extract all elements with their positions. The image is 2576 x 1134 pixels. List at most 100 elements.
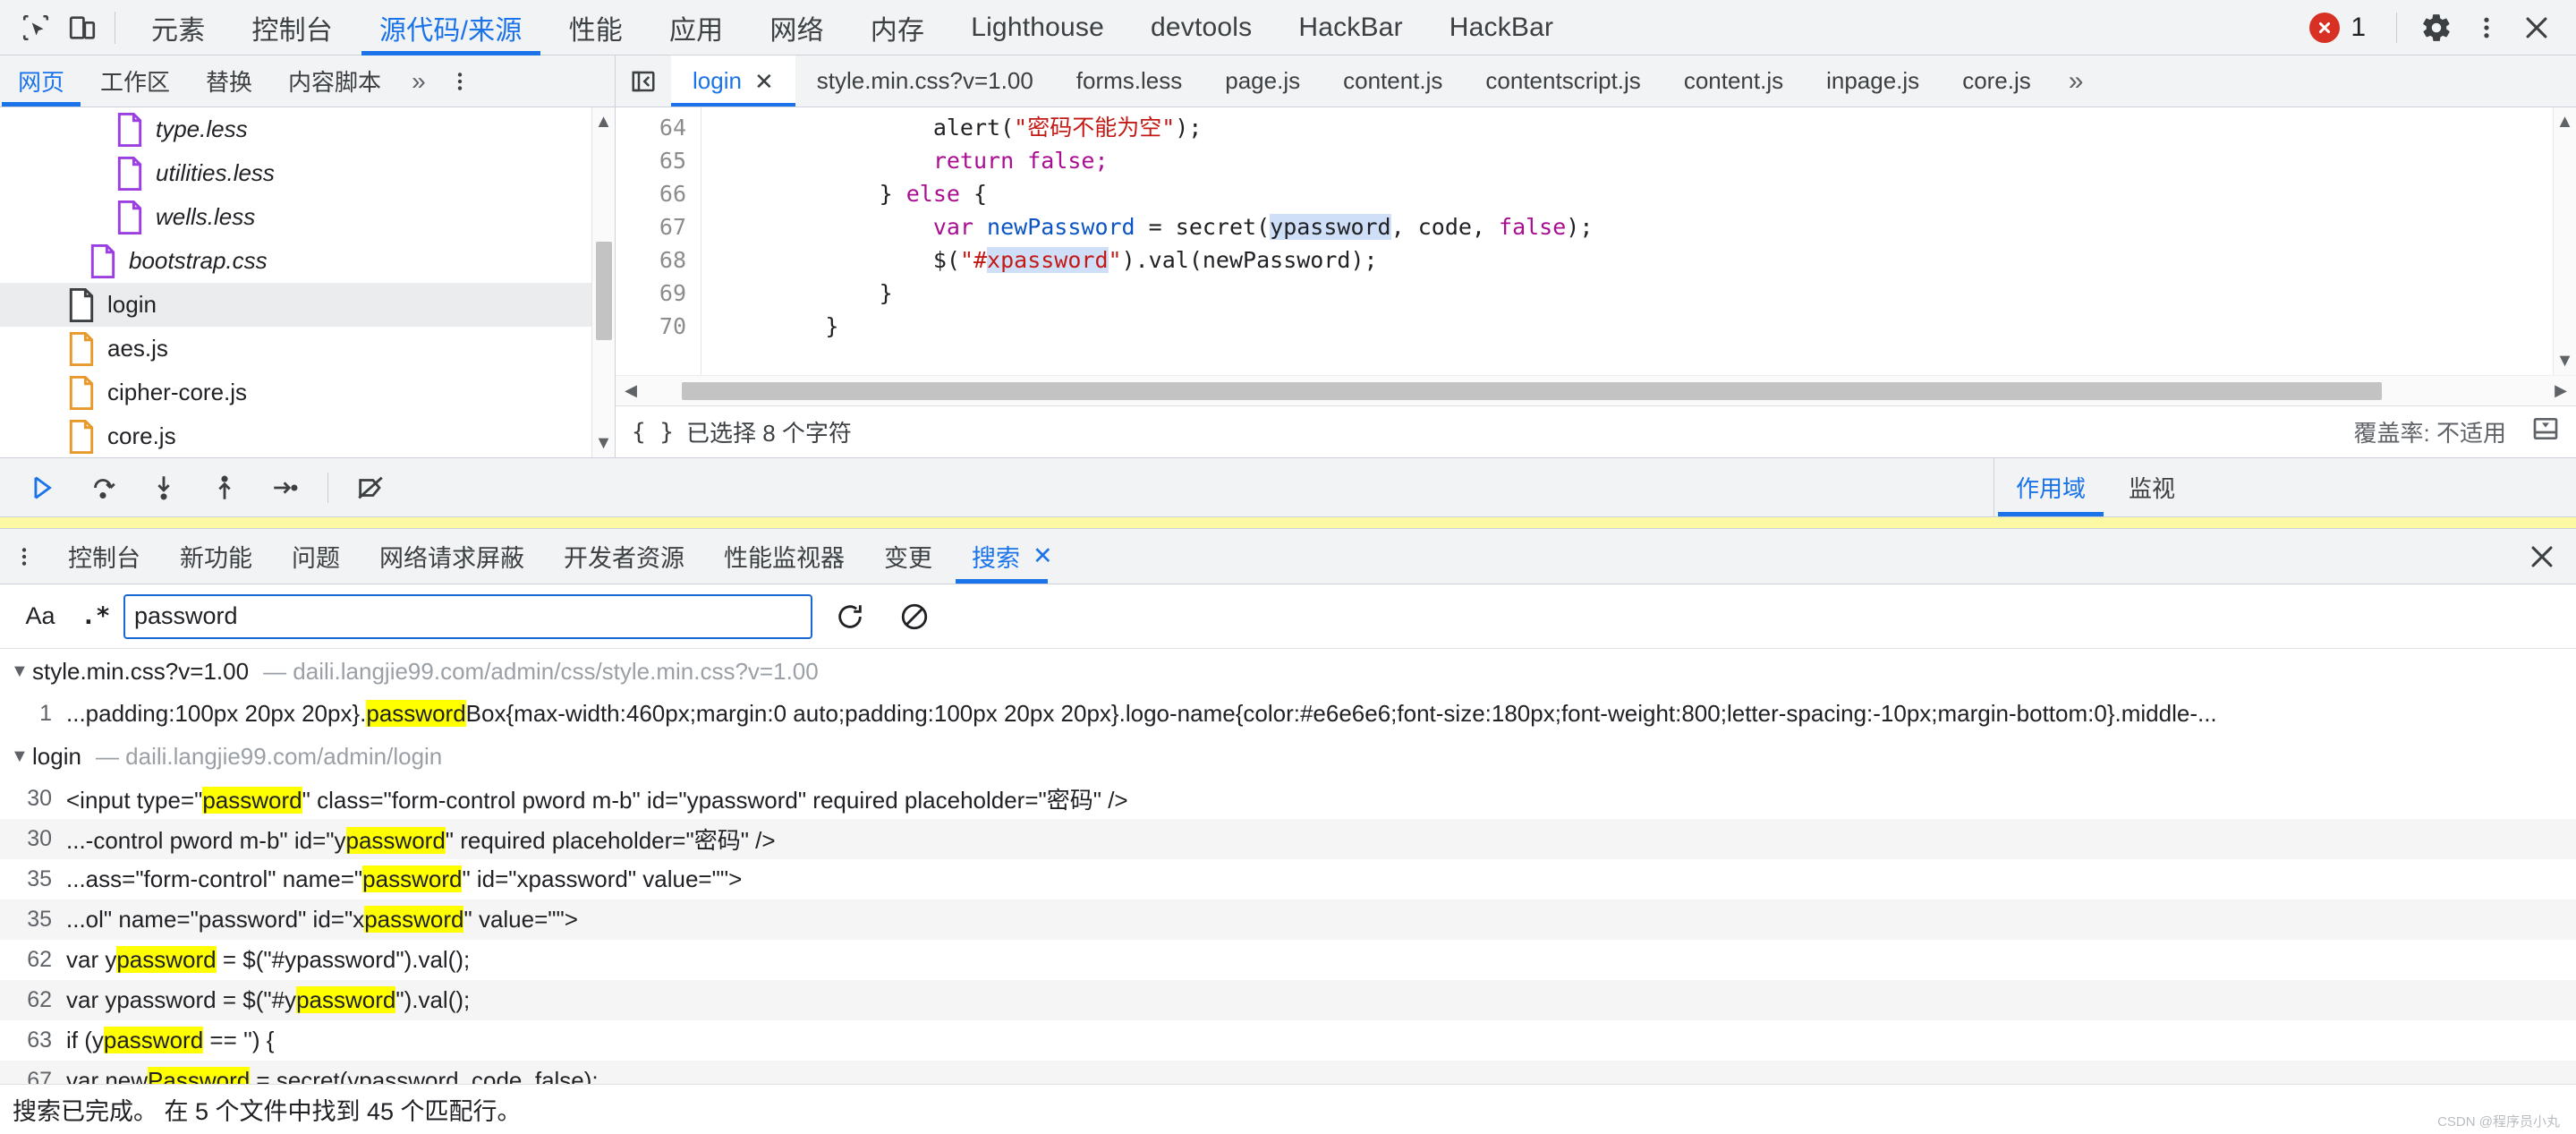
tab-elements[interactable]: 元素	[128, 0, 228, 55]
scroll-down-arrow-icon[interactable]: ▼	[2556, 346, 2574, 375]
close-devtools-icon[interactable]	[2512, 3, 2562, 53]
search-results-list[interactable]: ▼style.min.css?v=1.00— daili.langjie99.c…	[0, 649, 2576, 1084]
use-regex-button[interactable]: .*	[68, 593, 123, 641]
step-icon[interactable]	[258, 463, 313, 513]
resume-script-icon[interactable]	[14, 463, 70, 513]
tree-item-wells-less[interactable]: wells.less	[0, 195, 615, 239]
nav-tab-overrides[interactable]: 替换	[188, 55, 270, 107]
tab-lighthouse[interactable]: Lighthouse	[948, 0, 1127, 55]
editor-tabs-more-icon[interactable]: »	[2053, 55, 2100, 107]
tree-item-cipher-core-js[interactable]: cipher-core.js	[0, 371, 615, 414]
scroll-right-arrow-icon[interactable]: ▶	[2546, 381, 2576, 400]
tab-hackbar-1[interactable]: HackBar	[1275, 0, 1425, 55]
collapse-navigator-icon[interactable]	[616, 55, 671, 107]
nav-tab-page[interactable]: 网页	[0, 55, 82, 107]
disclosure-triangle-icon[interactable]: ▼	[11, 662, 30, 680]
scrollbar-thumb[interactable]	[596, 242, 612, 340]
editor-tab-contentscript-js[interactable]: contentscript.js	[1464, 55, 1662, 107]
code-horizontal-scrollbar[interactable]: ◀ ▶	[616, 375, 2576, 405]
device-toolbar-icon[interactable]	[59, 6, 106, 49]
search-result-row[interactable]: 35...ol" name="password" id="xpassword" …	[0, 900, 2576, 940]
tab-hackbar-2[interactable]: HackBar	[1426, 0, 1577, 55]
error-count-badge[interactable]: 1	[2293, 13, 2382, 43]
editor-tab-style-min-css[interactable]: style.min.css?v=1.00	[795, 55, 1055, 107]
drawer-tab-network-request-blocking[interactable]: 网络请求屏蔽	[360, 529, 544, 584]
close-drawer-icon[interactable]	[2508, 529, 2576, 584]
disclosure-triangle-icon[interactable]: ▼	[11, 747, 30, 765]
toolbar-divider-2	[2396, 13, 2397, 43]
tab-scope[interactable]: 作用域	[1994, 458, 2107, 516]
drawer-tab-performance-monitor[interactable]: 性能监视器	[704, 529, 864, 584]
tab-devtools[interactable]: devtools	[1127, 0, 1275, 55]
chevron-double-right-icon[interactable]: »	[399, 55, 438, 107]
refresh-search-icon[interactable]	[823, 593, 877, 641]
search-result-row[interactable]: 67var newPassword = secret(ypassword, co…	[0, 1061, 2576, 1084]
settings-gear-icon[interactable]	[2411, 3, 2461, 53]
step-over-icon[interactable]	[75, 463, 131, 513]
tree-item-aes-js[interactable]: aes.js	[0, 327, 615, 371]
tab-performance[interactable]: 性能	[546, 0, 646, 55]
close-tab-icon[interactable]: ✕	[754, 70, 774, 93]
nav-tab-workspace[interactable]: 工作区	[82, 55, 188, 107]
drawer-tab-issues[interactable]: 问题	[272, 529, 360, 584]
pretty-print-icon[interactable]: { }	[632, 419, 674, 446]
panel-tabs: 元素 控制台 源代码/来源 性能 应用 网络 内存 Lighthouse dev…	[128, 0, 2293, 55]
editor-tab-page-js[interactable]: page.js	[1203, 55, 1322, 107]
hscroll-thumb[interactable]	[682, 382, 2382, 400]
drawer-kebab-icon[interactable]	[0, 529, 48, 584]
scroll-down-arrow-icon[interactable]: ▼	[595, 429, 613, 457]
search-result-row[interactable]: 62var ypassword = $("#ypassword").val();	[0, 980, 2576, 1020]
search-result-row[interactable]: 62var ypassword = $("#ypassword").val();	[0, 940, 2576, 980]
step-out-icon[interactable]	[197, 463, 252, 513]
search-result-group-header[interactable]: ▼login— daili.langjie99.com/admin/login	[0, 734, 2576, 779]
search-result-row[interactable]: 1...padding:100px 20px 20px}.passwordBox…	[0, 694, 2576, 734]
show-drawer-icon[interactable]	[2531, 414, 2560, 449]
editor-tab-forms-less[interactable]: forms.less	[1055, 55, 1203, 107]
tree-item-bootstrap-css[interactable]: bootstrap.css	[0, 239, 615, 283]
tree-item-type-less[interactable]: type.less	[0, 107, 615, 151]
editor-tab-core-js[interactable]: core.js	[1941, 55, 2053, 107]
step-into-icon[interactable]	[136, 463, 191, 513]
drawer-tab-changes[interactable]: 变更	[864, 529, 952, 584]
code-editor[interactable]: 64 65 66 67 68 69 70 alert("密码不能为空"); re…	[616, 107, 2576, 375]
editor-tab-login[interactable]: login ✕	[671, 55, 795, 107]
tab-console[interactable]: 控制台	[228, 0, 356, 55]
deactivate-breakpoints-icon[interactable]	[343, 463, 398, 513]
file-tree[interactable]: type.less utilities.less wells.less	[0, 107, 615, 457]
tree-item-utilities-less[interactable]: utilities.less	[0, 151, 615, 195]
search-input[interactable]	[123, 594, 812, 639]
match-case-button[interactable]: Aa	[13, 593, 68, 641]
inspect-element-icon[interactable]	[13, 6, 59, 49]
search-result-row[interactable]: 30...-control pword m-b" id="ypassword" …	[0, 819, 2576, 859]
navigator-scrollbar[interactable]: ▲ ▼	[591, 107, 615, 457]
tree-item-core-js[interactable]: core.js	[0, 414, 615, 457]
tab-watch[interactable]: 监视	[2107, 458, 2197, 516]
search-result-group-header[interactable]: ▼style.min.css?v=1.00— daili.langjie99.c…	[0, 649, 2576, 694]
drawer-tab-console[interactable]: 控制台	[48, 529, 160, 584]
drawer-tab-whats-new[interactable]: 新功能	[160, 529, 272, 584]
search-result-row[interactable]: 30<input type="password" class="form-con…	[0, 779, 2576, 819]
scroll-left-arrow-icon[interactable]: ◀	[616, 381, 646, 400]
navigator-kebab-icon[interactable]	[438, 55, 481, 107]
drawer-tab-search[interactable]: 搜索 ✕	[952, 529, 1073, 584]
code-content[interactable]: alert("密码不能为空"); return false; } else { …	[701, 107, 2553, 375]
search-result-row[interactable]: 35...ass="form-control" name="password" …	[0, 859, 2576, 900]
editor-tab-inpage-js[interactable]: inpage.js	[1805, 55, 1941, 107]
close-tab-icon[interactable]: ✕	[1033, 542, 1053, 570]
scroll-up-arrow-icon[interactable]: ▲	[595, 107, 613, 136]
more-options-kebab-icon[interactable]	[2461, 3, 2512, 53]
search-result-row[interactable]: 63if (ypassword == '') {	[0, 1020, 2576, 1061]
clear-search-icon[interactable]	[888, 593, 941, 641]
hscroll-track[interactable]	[646, 382, 2546, 400]
tab-application[interactable]: 应用	[646, 0, 746, 55]
editor-tab-content-js-1[interactable]: content.js	[1322, 55, 1464, 107]
tab-network[interactable]: 网络	[746, 0, 846, 55]
code-vertical-scrollbar[interactable]: ▲ ▼	[2553, 107, 2576, 375]
nav-tab-content-scripts[interactable]: 内容脚本	[270, 55, 399, 107]
tree-item-login[interactable]: login	[0, 283, 615, 327]
tab-sources[interactable]: 源代码/来源	[356, 0, 546, 55]
drawer-tab-developer-resources[interactable]: 开发者资源	[544, 529, 704, 584]
scroll-up-arrow-icon[interactable]: ▲	[2556, 107, 2574, 136]
editor-tab-content-js-2[interactable]: content.js	[1662, 55, 1805, 107]
tab-memory[interactable]: 内存	[847, 0, 948, 55]
